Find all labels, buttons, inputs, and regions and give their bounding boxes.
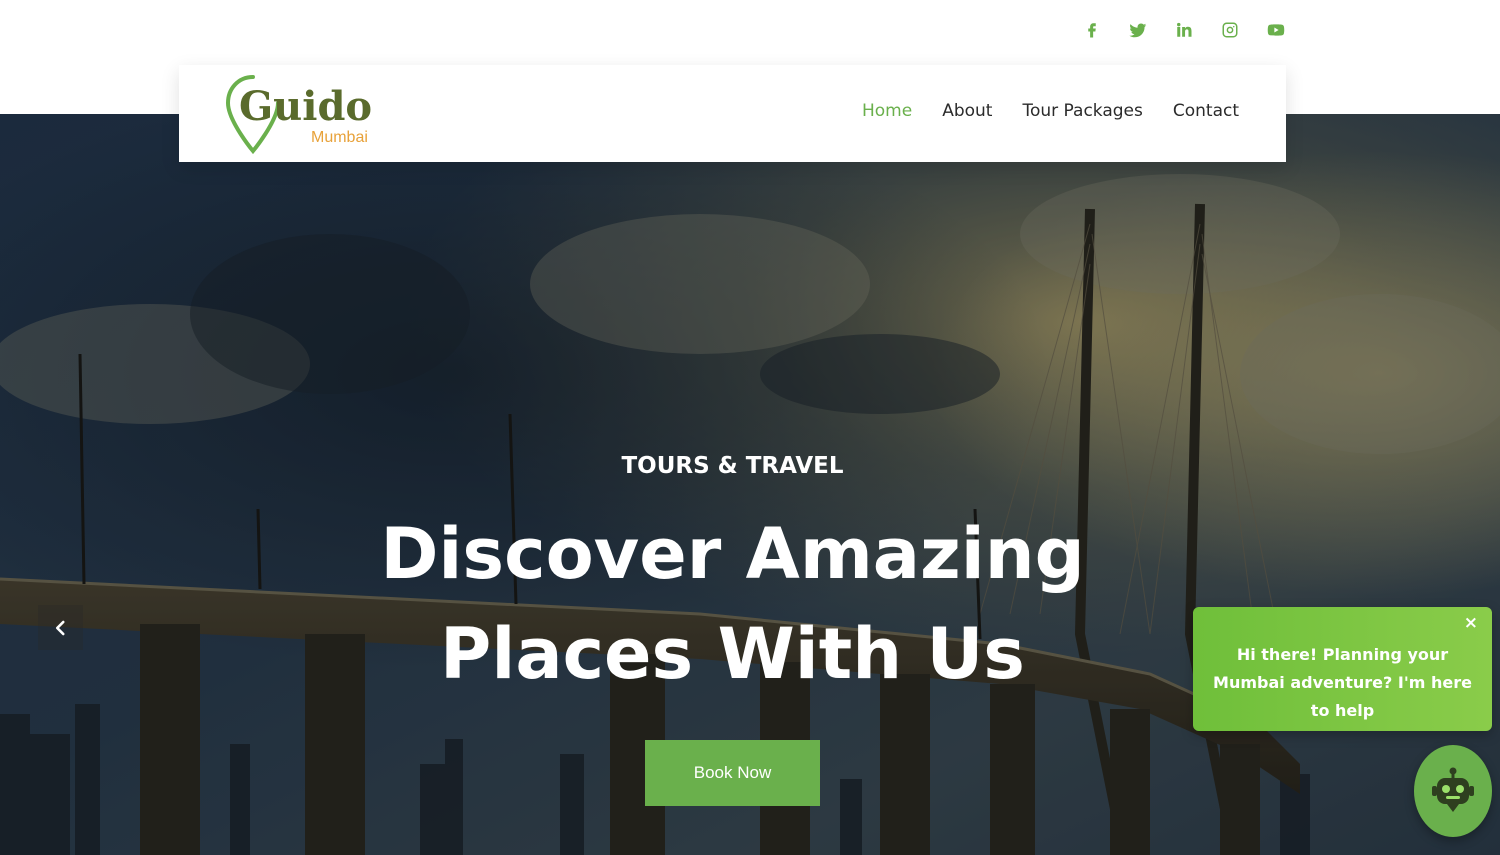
chat-popup[interactable]: × Hi there! Planning your Mumbai adventu… <box>1193 607 1492 731</box>
instagram-icon[interactable] <box>1218 18 1242 42</box>
chat-message: Hi there! Planning your Mumbai adventure… <box>1213 645 1472 720</box>
brand-logo[interactable]: Guido Mumbai <box>225 73 395 155</box>
brand-name: Guido <box>239 83 373 130</box>
nav-home[interactable]: Home <box>862 101 912 121</box>
carousel-prev-button[interactable] <box>38 605 83 650</box>
brand-subtitle: Mumbai <box>311 129 368 146</box>
page: TOURS & TRAVEL Discover Amazing Places W… <box>0 0 1500 855</box>
nav-tour-packages[interactable]: Tour Packages <box>1022 101 1142 121</box>
hero-eyebrow: TOURS & TRAVEL <box>621 453 844 479</box>
robot-icon <box>1432 767 1474 812</box>
hero-section: TOURS & TRAVEL Discover Amazing Places W… <box>0 114 1500 855</box>
linkedin-icon[interactable] <box>1172 18 1196 42</box>
chat-close-button[interactable]: × <box>1464 613 1478 633</box>
twitter-icon[interactable] <box>1126 18 1150 42</box>
nav-about[interactable]: About <box>942 101 992 121</box>
main-nav: Home About Tour Packages Contact <box>862 101 1239 121</box>
nav-contact[interactable]: Contact <box>1173 101 1239 121</box>
social-links <box>1080 18 1288 42</box>
chevron-left-icon <box>55 620 65 635</box>
chatbot-launcher-button[interactable] <box>1414 745 1492 837</box>
youtube-icon[interactable] <box>1264 18 1288 42</box>
hero-headline-line1: Discover Amazing <box>380 513 1085 595</box>
book-now-button[interactable]: Book Now <box>645 740 820 806</box>
facebook-icon[interactable] <box>1080 18 1104 42</box>
navbar: Guido Mumbai Home About Tour Packages Co… <box>179 65 1286 162</box>
